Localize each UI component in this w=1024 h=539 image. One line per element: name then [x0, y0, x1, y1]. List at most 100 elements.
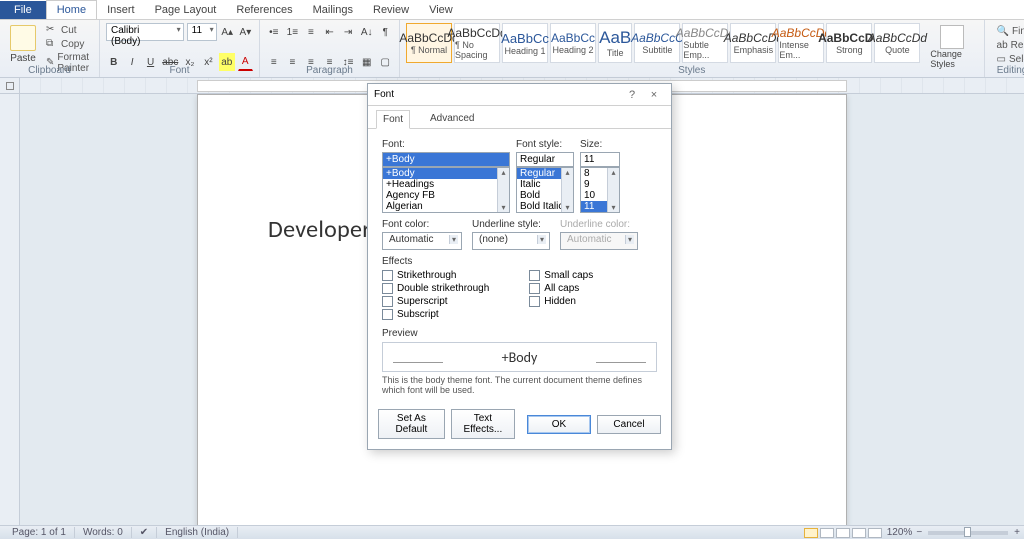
close-button[interactable]: × — [643, 89, 665, 101]
fontcolor-combo[interactable]: Automatic — [382, 232, 462, 250]
cut-button[interactable]: Cut — [44, 23, 95, 37]
tab-view[interactable]: View — [419, 1, 463, 19]
view-read-button[interactable] — [820, 528, 834, 538]
style-strong[interactable]: AaBbCcDdStrong — [826, 23, 872, 63]
style-label: Subtle Emp... — [683, 40, 727, 60]
copy-label: Copy — [61, 39, 84, 50]
hidden-label: Hidden — [544, 296, 576, 307]
scrollbar[interactable] — [497, 168, 509, 212]
cancel-button[interactable]: Cancel — [597, 415, 661, 434]
style-subtleemp[interactable]: AaBbCcDdSubtle Emp... — [682, 23, 728, 63]
vertical-ruler[interactable] — [0, 94, 20, 525]
list-item[interactable]: +Body — [383, 168, 509, 179]
inc-indent-button[interactable]: ⇥ — [340, 23, 356, 41]
list-item[interactable]: 12 — [581, 212, 619, 213]
cut-label: Cut — [61, 25, 77, 36]
set-default-button[interactable]: Set As Default — [378, 409, 445, 439]
style-nospacing[interactable]: AaBbCcDd¶ No Spacing — [454, 23, 500, 63]
status-lang[interactable]: English (India) — [157, 527, 238, 538]
help-button[interactable]: ? — [621, 89, 643, 101]
allcaps-checkbox[interactable] — [529, 283, 540, 294]
tab-references[interactable]: References — [226, 1, 302, 19]
subscript-checkbox[interactable] — [382, 309, 393, 320]
text-effects-button[interactable]: Text Effects... — [451, 409, 515, 439]
tab-file[interactable]: File — [0, 1, 46, 19]
ustészer-combo[interactable]: (none) — [472, 232, 550, 250]
style-sample: AaBbCc — [501, 31, 549, 46]
hidden-checkbox[interactable] — [529, 296, 540, 307]
font-input[interactable] — [382, 152, 510, 167]
superscript-checkbox[interactable] — [382, 296, 393, 307]
tab-review[interactable]: Review — [363, 1, 419, 19]
style-label: Heading 2 — [552, 45, 593, 55]
size-input[interactable] — [580, 152, 620, 167]
tab-selector[interactable] — [6, 82, 14, 90]
style-normal[interactable]: AaBbCcDd¶ Normal — [406, 23, 452, 63]
style-subtitle[interactable]: AaBbCcCSubtitle — [634, 23, 680, 63]
style-quote[interactable]: AaBbCcDdQuote — [874, 23, 920, 63]
dialog-tab-advanced[interactable]: Advanced — [424, 110, 480, 128]
superscript-label: Superscript — [397, 296, 448, 307]
ok-button[interactable]: OK — [527, 415, 591, 434]
sort-button[interactable]: A↓ — [359, 23, 375, 41]
view-print-button[interactable] — [804, 528, 818, 538]
dstrike-checkbox[interactable] — [382, 283, 393, 294]
styles-group-label: Styles — [400, 65, 984, 76]
size-listbox[interactable]: 8 9 10 11 12 — [580, 167, 620, 213]
menubar: File Home Insert Page Layout References … — [0, 0, 1024, 20]
font-listbox[interactable]: +Body +Headings Agency FB Algerian Arial — [382, 167, 510, 213]
view-draft-button[interactable] — [868, 528, 882, 538]
grow-font-button[interactable]: A▴ — [220, 23, 235, 41]
find-button[interactable]: 🔍Find — [995, 25, 1024, 38]
dialog-tab-font[interactable]: Font — [376, 110, 410, 129]
copy-icon — [46, 38, 58, 50]
scrollbar[interactable] — [607, 168, 619, 212]
list-item[interactable]: Arial — [383, 212, 509, 213]
shrink-font-button[interactable]: A▾ — [238, 23, 253, 41]
style-sample: AaBbCc — [551, 31, 595, 45]
style-heading1[interactable]: AaBbCcHeading 1 — [502, 23, 548, 63]
zoom-value[interactable]: 120% — [887, 527, 913, 538]
multilevel-button[interactable]: ≡ — [303, 23, 319, 41]
paste-icon — [10, 25, 36, 51]
tab-home[interactable]: Home — [46, 0, 97, 19]
scissors-icon — [46, 24, 58, 36]
font-name-combo[interactable]: Calibri (Body) — [106, 23, 184, 41]
zoom-slider[interactable] — [928, 531, 1008, 535]
style-title[interactable]: AaBTitle — [598, 23, 632, 63]
status-proof[interactable]: ✔ — [132, 527, 157, 538]
style-heading2[interactable]: AaBbCcHeading 2 — [550, 23, 596, 63]
list-item[interactable]: +Headings — [383, 179, 509, 190]
zoom-in-button[interactable]: + — [1014, 527, 1020, 538]
style-input[interactable] — [516, 152, 574, 167]
bullets-button[interactable]: •≡ — [266, 23, 282, 41]
numbering-button[interactable]: 1≡ — [285, 23, 301, 41]
tab-insert[interactable]: Insert — [97, 1, 145, 19]
copy-button[interactable]: Copy — [44, 37, 95, 51]
dstrike-label: Double strikethrough — [397, 283, 489, 294]
status-page[interactable]: Page: 1 of 1 — [4, 527, 75, 538]
select-icon: ▭ — [997, 54, 1006, 65]
fontcolor-label: Font color: — [382, 219, 462, 230]
status-words[interactable]: Words: 0 — [75, 527, 132, 538]
replace-button[interactable]: abReplace — [995, 39, 1024, 52]
style-label: ¶ Normal — [411, 45, 447, 55]
strike-checkbox[interactable] — [382, 270, 393, 281]
view-outline-button[interactable] — [852, 528, 866, 538]
font-size-combo[interactable]: 11 — [187, 23, 217, 41]
tab-pagelayout[interactable]: Page Layout — [145, 1, 227, 19]
style-listbox[interactable]: Regular Italic Bold Bold Italic — [516, 167, 574, 213]
select-label: Select — [1009, 54, 1024, 65]
zoom-out-button[interactable]: − — [916, 527, 922, 538]
smallcaps-checkbox[interactable] — [529, 270, 540, 281]
view-web-button[interactable] — [836, 528, 850, 538]
tab-mailings[interactable]: Mailings — [303, 1, 363, 19]
style-emphasis[interactable]: AaBbCcDdEmphasis — [730, 23, 776, 63]
list-item[interactable]: Agency FB — [383, 190, 509, 201]
dec-indent-button[interactable]: ⇤ — [322, 23, 338, 41]
change-styles-button[interactable]: Change Styles — [926, 23, 977, 71]
find-icon: 🔍 — [997, 26, 1009, 37]
list-item[interactable]: Algerian — [383, 201, 509, 212]
scrollbar[interactable] — [561, 168, 573, 212]
show-marks-button[interactable]: ¶ — [377, 23, 393, 41]
